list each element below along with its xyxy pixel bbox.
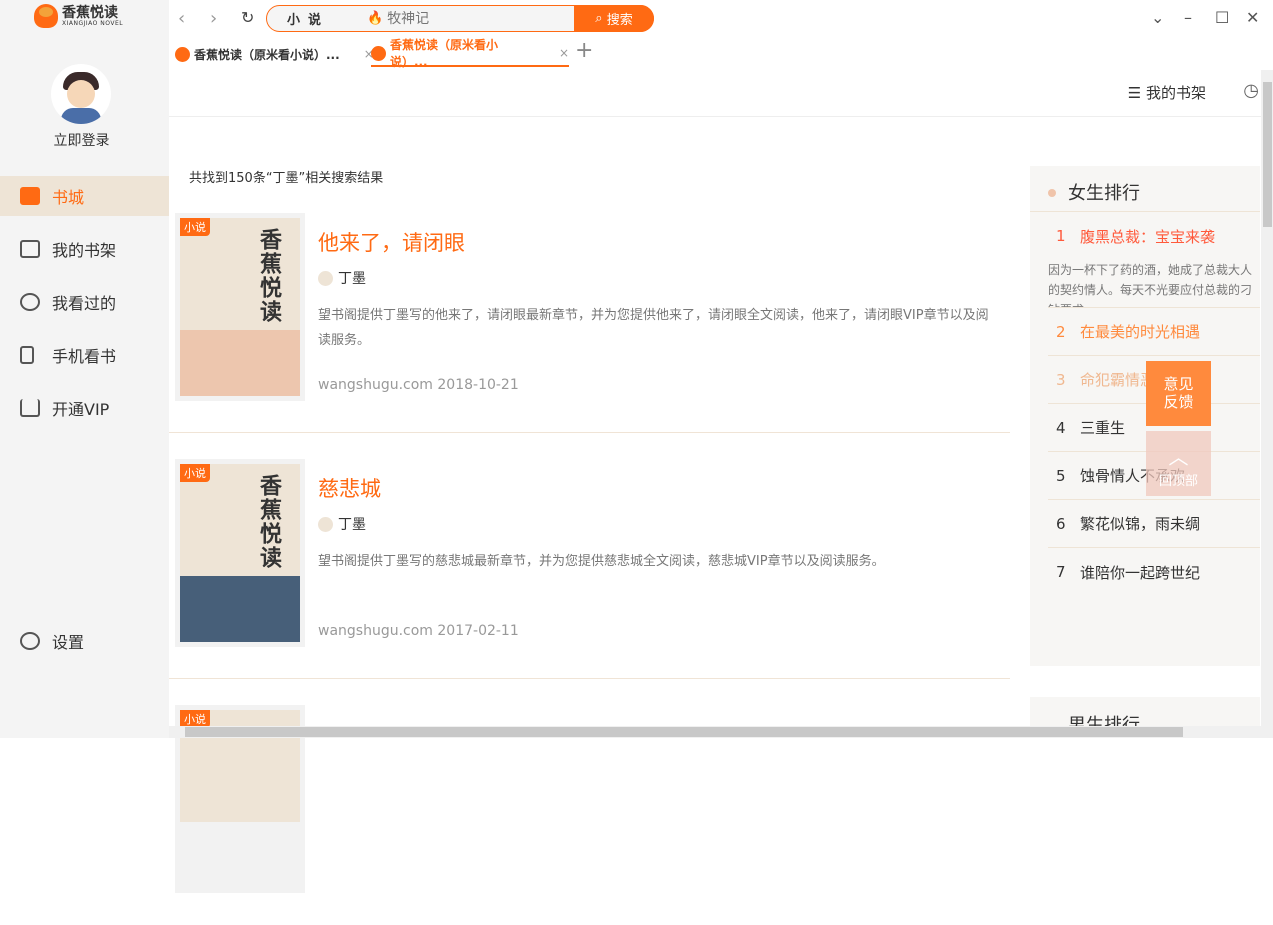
- rank-number: 6: [1056, 514, 1066, 533]
- sidebar-item-mobile[interactable]: 手机看书: [0, 335, 169, 375]
- category-badge: 小说: [180, 218, 210, 236]
- feedback-button[interactable]: 意见反馈: [1146, 361, 1211, 426]
- book-cover[interactable]: 香蕉悦读 小说: [175, 213, 305, 401]
- ranking-title: 女生排行: [1030, 166, 1260, 212]
- search-bar: 小说 🔥 ⌕ 搜索: [266, 5, 654, 32]
- book-title[interactable]: 他来了，请闭眼: [318, 227, 465, 257]
- shelf-label: 我的书架: [1145, 84, 1206, 102]
- rank-number: 4: [1056, 418, 1066, 437]
- sidebar-item-label: 我看过的: [52, 294, 117, 313]
- app-logo: 香蕉悦读 XIANGJIAO NOVEL: [34, 4, 123, 28]
- rank-item[interactable]: 6 繁花似锦，雨未绸: [1048, 500, 1260, 548]
- login-link[interactable]: 立即登录: [0, 130, 163, 150]
- crown-icon: [20, 399, 40, 417]
- rank-title: 谁陪你一起跨世纪: [1080, 563, 1201, 582]
- cover-text: 香蕉悦读: [256, 474, 281, 570]
- tab-close-icon[interactable]: ×: [559, 46, 569, 60]
- tab-label: 香蕉悦读（原米看小说）...: [389, 38, 498, 69]
- page-header: ☰ 我的书架 ◷: [169, 70, 1261, 117]
- rank-number: 3: [1056, 370, 1066, 389]
- dropdown-icon[interactable]: ⌄: [1151, 8, 1164, 27]
- rank-title: 三重生: [1080, 419, 1126, 437]
- author-name: 丁墨: [338, 271, 366, 287]
- search-input[interactable]: [387, 10, 568, 27]
- rank-title: 腹黑总裁：宝宝来袭: [1080, 227, 1216, 246]
- tab-active[interactable]: 香蕉悦读（原米看小说）... ×: [371, 38, 569, 69]
- back-to-top-label: 回顶部: [1158, 474, 1198, 489]
- sidebar-item-bookshelf[interactable]: 我的书架: [0, 229, 169, 269]
- sidebar-item-settings[interactable]: 设置: [0, 621, 169, 661]
- clock-icon: [20, 293, 40, 311]
- tab[interactable]: 香蕉悦读（原米看小说）... ×: [175, 41, 374, 67]
- maximize-icon[interactable]: ☐: [1215, 8, 1229, 27]
- fox-logo-icon: [34, 4, 58, 28]
- forward-icon[interactable]: ›: [210, 8, 217, 29]
- chevron-up-icon: ︿: [1168, 445, 1189, 469]
- cover-text: 香蕉悦读: [256, 228, 281, 324]
- favicon-icon: [175, 46, 190, 62]
- search-icon: ⌕: [595, 11, 607, 26]
- sidebar-item-label: 设置: [52, 633, 85, 652]
- author-icon: [318, 270, 333, 286]
- book-item[interactable]: 小说: [169, 679, 1010, 925]
- settings-icon: [20, 632, 40, 650]
- close-icon[interactable]: ✕: [1246, 8, 1259, 27]
- logo-subtitle: XIANGJIAO NOVEL: [62, 19, 124, 27]
- author-icon: [318, 516, 333, 532]
- book-author[interactable]: 丁墨: [318, 514, 366, 534]
- back-icon[interactable]: ‹: [178, 8, 185, 29]
- book-cover[interactable]: 香蕉悦读 小说: [175, 459, 305, 647]
- rank-number: 5: [1056, 466, 1066, 485]
- rank-title: 在最美的时光相遇: [1080, 323, 1201, 341]
- horizontal-scrollbar[interactable]: [169, 726, 1261, 738]
- rank-title: 繁花似锦，雨未绸: [1080, 515, 1201, 533]
- sidebar-item-label: 我的书架: [52, 241, 117, 260]
- female-ranking: 女生排行 1 腹黑总裁：宝宝来袭 因为一杯下了药的酒，她成了总裁大人的契约情人。每…: [1030, 166, 1260, 666]
- refresh-icon[interactable]: ↻: [241, 8, 254, 27]
- book-source: wangshugu.com 2018-10-21: [318, 377, 519, 393]
- sidebar-item-label: 开通VIP: [52, 400, 110, 419]
- book-title[interactable]: 慈悲城: [318, 473, 381, 503]
- search-button[interactable]: ⌕ 搜索: [574, 5, 654, 32]
- bookshelf-icon: [20, 240, 40, 258]
- my-shelf-link[interactable]: ☰ 我的书架: [1128, 82, 1206, 103]
- rank-item[interactable]: 2 在最美的时光相遇: [1048, 308, 1260, 356]
- history-icon[interactable]: ◷: [1243, 80, 1259, 101]
- vertical-scrollbar[interactable]: [1261, 70, 1273, 738]
- logo-title: 香蕉悦读: [62, 4, 118, 21]
- book-author[interactable]: 丁墨: [318, 268, 366, 288]
- book-description: 望书阁提供丁墨写的慈悲城最新章节，并为您提供慈悲城全文阅读，慈悲城VIP章节以及…: [318, 554, 885, 569]
- new-tab-icon[interactable]: +: [575, 38, 593, 63]
- rank-item[interactable]: 1 腹黑总裁：宝宝来袭: [1048, 212, 1260, 260]
- book-source: wangshugu.com 2017-02-11: [318, 623, 519, 639]
- rank-number: 1: [1056, 227, 1066, 245]
- store-icon: [20, 187, 40, 205]
- favicon-icon: [371, 45, 386, 61]
- result-summary: 共找到150条“丁墨”相关搜索结果: [189, 171, 384, 186]
- minimize-icon[interactable]: –: [1184, 8, 1192, 27]
- book-item[interactable]: 香蕉悦读 小说 慈悲城 丁墨 望书阁提供丁墨写的慈悲城最新章节，并为您提供慈悲城全…: [169, 433, 1010, 679]
- sidebar: 香蕉悦读 XIANGJIAO NOVEL 立即登录 书城 我的书架 我看过的 手机…: [0, 0, 169, 738]
- rank-number: 2: [1056, 322, 1066, 341]
- search-category[interactable]: 小说: [287, 9, 367, 28]
- book-description: 望书阁提供丁墨写的他来了，请闭眼最新章节，并为您提供他来了，请闭眼全文阅读，他来…: [318, 308, 989, 348]
- book-item[interactable]: 香蕉悦读 小说 他来了，请闭眼 丁墨 望书阁提供丁墨写的他来了，请闭眼最新章节，并…: [169, 187, 1010, 433]
- sidebar-item-vip[interactable]: 开通VIP: [0, 388, 169, 428]
- author-name: 丁墨: [338, 517, 366, 533]
- sidebar-item-label: 书城: [52, 188, 85, 207]
- search-button-label: 搜索: [606, 13, 633, 28]
- rank-item[interactable]: 7 谁陪你一起跨世纪: [1048, 548, 1260, 596]
- category-badge: 小说: [180, 464, 210, 482]
- sidebar-item-bookstore[interactable]: 书城: [0, 176, 169, 216]
- sidebar-item-history[interactable]: 我看过的: [0, 282, 169, 322]
- rank-description: 因为一杯下了药的酒，她成了总裁大人的契约情人。每天不光要应付总裁的刁钻要求: [1048, 260, 1260, 308]
- tab-label: 香蕉悦读（原米看小说）...: [194, 47, 340, 62]
- sidebar-item-label: 手机看书: [52, 347, 117, 366]
- back-to-top-button[interactable]: ︿ 回顶部: [1146, 431, 1211, 496]
- flame-icon: 🔥: [367, 11, 384, 26]
- avatar[interactable]: [51, 64, 111, 124]
- rank-number: 7: [1056, 563, 1066, 581]
- phone-icon: [20, 346, 34, 364]
